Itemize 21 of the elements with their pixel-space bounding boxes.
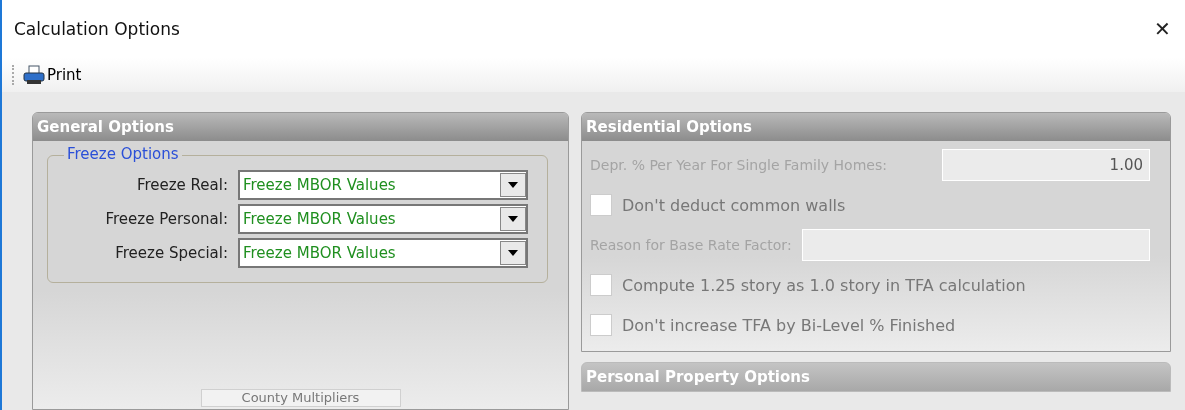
printer-icon [23, 65, 45, 85]
county-multipliers-button[interactable]: County Multipliers [200, 389, 401, 407]
print-button[interactable]: Print [20, 63, 85, 87]
freeze-dropdown[interactable]: Freeze MBOR Values [238, 238, 528, 268]
close-button[interactable]: ✕ [1148, 17, 1177, 41]
caret-icon [508, 182, 518, 188]
checkbox-label: Compute 1.25 story as 1.0 story in TFA calculation [622, 275, 1026, 295]
panel-header: Personal Property Options [581, 362, 1171, 392]
field-label: Freeze Real: [135, 176, 228, 194]
field-label: Freeze Special: [114, 244, 228, 262]
checkbox-label: Don't deduct common walls [622, 195, 846, 215]
checkbox-label: Don't increase TFA by Bi-Level % Finished [622, 315, 956, 335]
freeze-dropdown[interactable]: Freeze MBOR Values [238, 204, 528, 234]
window-title: Calculation Options [14, 19, 180, 39]
group-title: Freeze Options [64, 145, 182, 163]
field-label: Freeze Personal: [104, 210, 228, 228]
panel-header: Residential Options [582, 113, 1170, 141]
caret-icon [508, 216, 518, 222]
caret-icon [508, 250, 518, 256]
panel-header: General Options [33, 113, 568, 141]
freeze-dropdown[interactable]: Freeze MBOR Values [238, 170, 528, 200]
